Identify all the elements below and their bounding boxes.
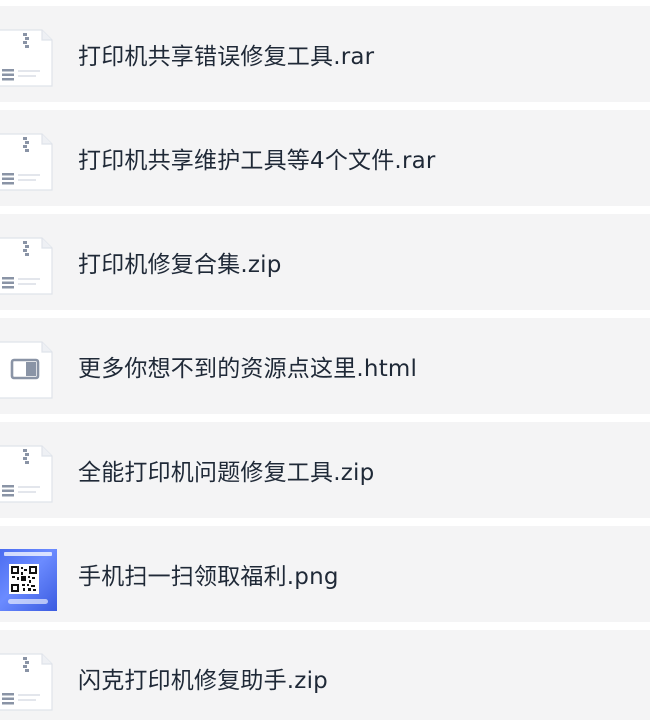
image-thumbnail bbox=[0, 549, 57, 611]
html-file-icon bbox=[0, 341, 54, 399]
thumbnail-banner bbox=[4, 552, 52, 556]
archive-file-icon bbox=[0, 29, 54, 87]
archive-file-icon bbox=[0, 445, 54, 503]
file-name: 闪克打印机修复助手.zip bbox=[78, 668, 328, 694]
file-row[interactable]: 打印机共享错误修复工具.rar bbox=[0, 6, 650, 102]
archive-file-icon bbox=[0, 237, 54, 295]
thumbnail-caption bbox=[8, 599, 48, 604]
file-name: 打印机共享错误修复工具.rar bbox=[78, 44, 375, 70]
file-name: 打印机修复合集.zip bbox=[78, 252, 282, 278]
file-row[interactable]: 全能打印机问题修复工具.zip bbox=[0, 422, 650, 518]
qr-code-icon bbox=[9, 564, 39, 594]
file-row[interactable]: 打印机共享维护工具等4个文件.rar bbox=[0, 110, 650, 206]
file-row[interactable]: 更多你想不到的资源点这里.html bbox=[0, 318, 650, 414]
file-row[interactable]: 打印机修复合集.zip bbox=[0, 214, 650, 310]
file-list: 打印机共享错误修复工具.rar 打印机共享维护工具等4个文件.rar 打印机修复… bbox=[0, 0, 650, 720]
file-row[interactable]: 手机扫一扫领取福利.png bbox=[0, 526, 650, 622]
file-row[interactable]: 闪克打印机修复助手.zip bbox=[0, 630, 650, 720]
archive-file-icon bbox=[0, 653, 54, 711]
file-name: 打印机共享维护工具等4个文件.rar bbox=[78, 148, 436, 174]
file-name: 更多你想不到的资源点这里.html bbox=[78, 356, 418, 382]
archive-file-icon bbox=[0, 133, 54, 191]
file-name: 手机扫一扫领取福利.png bbox=[78, 564, 339, 590]
file-name: 全能打印机问题修复工具.zip bbox=[78, 460, 375, 486]
